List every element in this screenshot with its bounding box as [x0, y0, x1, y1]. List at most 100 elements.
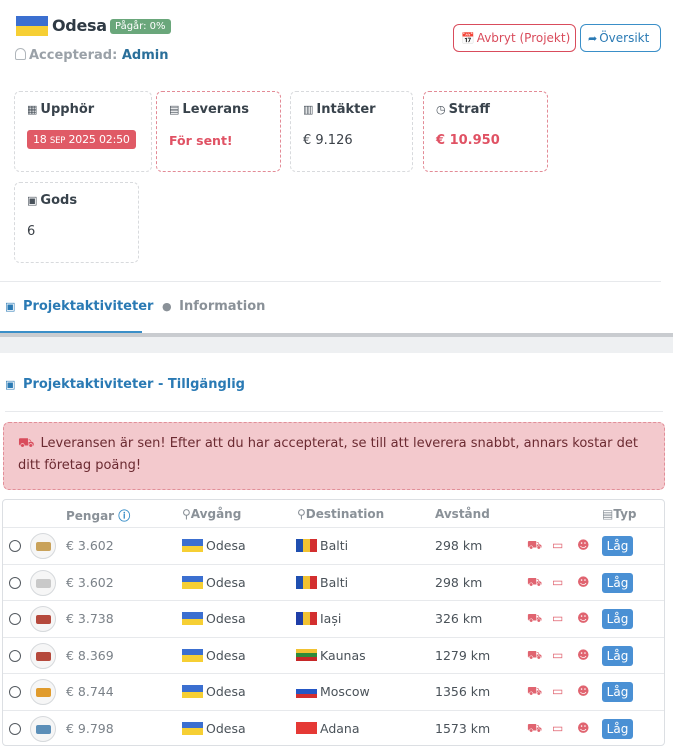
- row-distance: 1573 km: [435, 720, 491, 736]
- users-icon: ☻: [577, 538, 590, 552]
- row-money: € 3.738: [66, 611, 114, 626]
- trailer-icon: ▭: [552, 684, 564, 698]
- row-distance: 1279 km: [435, 647, 491, 663]
- tab-project-activities[interactable]: ▣ Projektaktiviteter: [5, 299, 153, 314]
- pallet-icon: ▣: [27, 194, 38, 207]
- accepted-by: Accepterad: Admin: [15, 48, 168, 63]
- income-value: € 9.126: [303, 133, 353, 148]
- header-money: Pengar ⓘ: [66, 509, 131, 523]
- row-select-radio[interactable]: [9, 613, 21, 625]
- users-icon: ☻: [577, 720, 590, 735]
- table-row[interactable]: € 8.744 Odesa Moscow 1356 km ⛟ ▭ ☻ Låg: [3, 673, 664, 709]
- departure-flag-icon: [182, 539, 203, 552]
- divider: [0, 281, 661, 282]
- destination-flag-icon: [296, 612, 317, 625]
- table-row[interactable]: € 9.798 Odesa Adana 1573 km ⛟ ▭ ☻ Låg: [3, 709, 664, 746]
- truck-icon: ⛟: [527, 684, 543, 698]
- card-penalty: ◷ Straff € 10.950: [423, 91, 548, 172]
- goods-icon: [30, 642, 56, 669]
- section-separator: [0, 333, 673, 353]
- goods-icon: [30, 533, 56, 559]
- row-departure: Odesa: [206, 720, 246, 736]
- trailer-icon: ▭: [552, 720, 564, 735]
- pallet-icon: ▣: [5, 378, 16, 391]
- row-departure: Odesa: [206, 684, 246, 699]
- project-header: Odesa Pågår: 0% Accepterad: Admin 📅 Avbry…: [0, 0, 673, 80]
- departure-flag-icon: [182, 721, 203, 735]
- destination-flag-icon: [296, 685, 317, 698]
- row-destination: Moscow: [320, 684, 370, 699]
- truck-icon: ⛟: [527, 574, 543, 589]
- row-departure: Odesa: [206, 647, 246, 663]
- header-type: ▤Typ: [602, 507, 637, 521]
- users-icon: ☻: [577, 647, 590, 662]
- truck-icon: ⛟: [527, 720, 543, 735]
- table-row[interactable]: € 3.738 Odesa Iași 326 km ⛟ ▭ ☻ Låg: [3, 600, 664, 636]
- row-destination: Balti: [320, 538, 349, 553]
- cancel-project-button[interactable]: 📅 Avbryt (Projekt): [453, 24, 576, 52]
- location-pin-icon: ⚲: [182, 507, 191, 521]
- users-icon: ☻: [577, 684, 590, 698]
- goods-value: 6: [27, 224, 36, 239]
- row-departure: Odesa: [206, 611, 246, 626]
- table-row[interactable]: € 3.602 Odesa Balti 298 km ⛟ ▭ ☻ Låg: [3, 527, 664, 563]
- user-icon: [15, 48, 26, 60]
- row-select-radio[interactable]: [9, 722, 21, 735]
- type-button[interactable]: Låg: [602, 536, 633, 556]
- type-button[interactable]: Låg: [602, 572, 633, 593]
- row-distance: 298 km: [435, 574, 483, 590]
- pallet-icon: ▣: [5, 300, 16, 313]
- status-badge: Pågår: 0%: [110, 19, 171, 34]
- card-income: ▥ Intäkter € 9.126: [290, 91, 413, 172]
- row-destination: Balti: [320, 574, 349, 590]
- truck-icon: ⛟: [527, 538, 543, 552]
- clock-icon: ◷: [436, 103, 446, 116]
- overview-button[interactable]: ➦ Översikt: [580, 24, 661, 52]
- card-delivery: ▤ Leverans För sent!: [156, 91, 281, 172]
- row-departure: Odesa: [206, 538, 246, 553]
- ukraine-flag-icon: [16, 16, 48, 36]
- header-destination: ⚲Destination: [297, 507, 385, 521]
- card-goods: ▣ Gods 6: [14, 182, 139, 263]
- departure-flag-icon: [182, 612, 203, 625]
- row-select-radio[interactable]: [9, 686, 21, 698]
- table-row[interactable]: € 8.369 Odesa Kaunas 1279 km ⛟ ▭ ☻ Låg: [3, 636, 664, 673]
- header-distance: Avstånd: [435, 507, 490, 521]
- truck-icon: ⛟: [18, 436, 35, 451]
- type-button[interactable]: Låg: [602, 718, 633, 739]
- departure-flag-icon: [182, 575, 203, 589]
- row-distance: 326 km: [435, 611, 483, 626]
- activities-table: Pengar ⓘ ⚲Avgång ⚲Destination Avstånd ▤T…: [2, 499, 665, 746]
- row-destination: Adana: [320, 720, 360, 736]
- file-icon: ▤: [169, 103, 180, 116]
- goods-icon: [30, 569, 56, 596]
- row-select-radio[interactable]: [9, 649, 21, 662]
- row-select-radio[interactable]: [9, 540, 21, 552]
- type-button[interactable]: Låg: [602, 645, 633, 666]
- type-button[interactable]: Låg: [602, 609, 633, 629]
- truck-icon: ⛟: [527, 611, 543, 625]
- info-icon: ●: [162, 300, 172, 313]
- users-icon: ☻: [577, 574, 590, 589]
- tab-information[interactable]: ● Information: [162, 299, 265, 314]
- clipboard-icon: ▤: [602, 507, 614, 521]
- destination-flag-icon: [296, 575, 317, 589]
- destination-flag-icon: [296, 539, 317, 552]
- row-select-radio[interactable]: [9, 576, 21, 589]
- row-destination: Kaunas: [320, 647, 366, 663]
- end-date-badge: 18 SEP 2025 02:50: [27, 130, 136, 149]
- accepted-user-link[interactable]: Admin: [122, 48, 169, 63]
- trailer-icon: ▭: [552, 611, 564, 625]
- money-icon: ▥: [303, 103, 314, 116]
- help-icon[interactable]: ⓘ: [118, 509, 130, 523]
- table-row[interactable]: € 3.602 Odesa Balti 298 km ⛟ ▭ ☻ Låg: [3, 563, 664, 600]
- trailer-icon: ▭: [552, 574, 564, 589]
- divider: [5, 411, 663, 412]
- trailer-icon: ▭: [552, 538, 564, 552]
- type-button[interactable]: Låg: [602, 682, 633, 702]
- delivery-status: För sent!: [169, 133, 233, 148]
- row-money: € 8.369: [66, 647, 114, 663]
- goods-icon: [30, 679, 56, 705]
- section-title: ▣ Projektaktiviteter - Tillgänglig: [5, 377, 245, 392]
- row-money: € 3.602: [66, 538, 114, 553]
